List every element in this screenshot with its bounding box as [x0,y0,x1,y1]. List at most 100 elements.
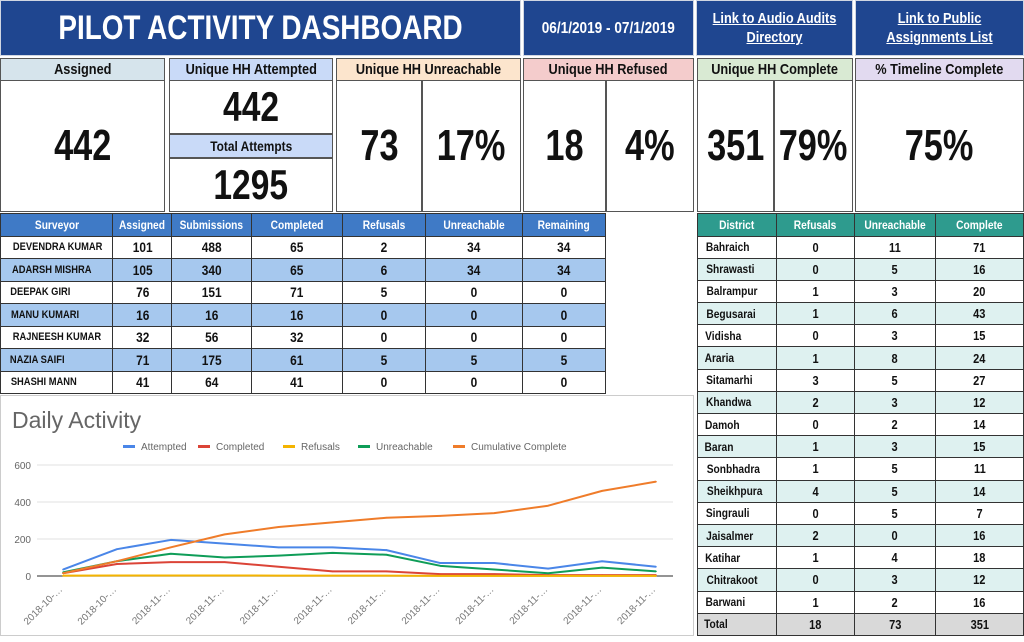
col-district: District [698,214,777,237]
surveyor-table-header: Surveyor Assigned Submissions Completed … [1,214,606,237]
data-point [440,562,442,564]
public-assignments-link[interactable]: Link to Public Assignments List [869,9,1011,47]
total-attempts-value-cell: 1295 [169,158,333,212]
chart-lines [62,481,657,577]
district-unreachable: 4 [854,547,936,569]
chart-svg: Daily Activity AttemptedCompletedRefusal… [1,396,695,637]
surveyor-assigned: 101 [113,236,172,259]
attempted-value-cell: 442 [169,80,333,134]
data-point [655,575,657,577]
x-tick-label: 2018-11-… [292,584,335,627]
data-point [386,575,388,577]
surveyor-unreachable: 0 [426,281,523,304]
surveyor-row: MANU KUMARI161616000 [1,304,606,327]
district-complete: 20 [936,280,1024,302]
surveyor-completed: 71 [252,281,343,304]
data-point [440,575,442,577]
surveyor-name: MANU KUMARI [1,304,113,327]
district-name: Sonbhadra [698,458,777,480]
col-refusals: Refusals [343,214,426,237]
district-refusals: 0 [776,325,854,347]
district-complete: 7 [936,502,1024,524]
surveyor-completed: 65 [252,236,343,259]
x-tick-label: 2018-11-… [508,584,551,627]
surveyor-completed: 32 [252,326,343,349]
surveyor-table: Surveyor Assigned Submissions Completed … [0,213,606,394]
complete-value: 351 [707,121,764,171]
district-unreachable: 8 [854,347,936,369]
refused-pct: 4% [625,121,675,171]
data-point [547,572,549,574]
surveyor-assigned: 105 [113,259,172,282]
surveyor-completed: 16 [252,304,343,327]
attempted-header: Unique HH Attempted [169,58,333,81]
surveyor-row: DEEPAK GIRI7615171500 [1,281,606,304]
data-point [386,554,388,556]
district-refusals: 0 [776,258,854,280]
district-unreachable: 6 [854,303,936,325]
data-point [224,543,226,545]
data-point [332,571,334,573]
surveyor-unreachable: 34 [426,236,523,259]
district-row: Damoh0214 [698,414,1024,436]
data-point [386,517,388,519]
complete-pct-cell: 79% [774,80,853,212]
district-row: Katihar1418 [698,547,1024,569]
data-point [224,557,226,559]
data-point [62,572,64,574]
data-point [116,575,118,577]
legend-swatch [283,445,295,448]
district-row: Begusarai1643 [698,303,1024,325]
data-point [170,553,172,555]
audio-audits-link[interactable]: Link to Audio Audits Directory [709,9,841,47]
surveyor-refusals: 6 [343,259,426,282]
total-attempts-header: Total Attempts [169,134,333,158]
district-unreachable: 3 [854,436,936,458]
refused-header: Unique HH Refused [523,58,694,81]
district-refusals: 0 [776,236,854,258]
surveyor-remaining: 34 [523,236,606,259]
legend-label: Unreachable [376,442,433,453]
unreachable-pct-cell: 17% [422,80,521,212]
district-refusals: 1 [776,347,854,369]
surveyor-name: ADARSH MISHRA [1,259,113,282]
col-district-complete: Complete [936,214,1024,237]
surveyor-refusals: 2 [343,236,426,259]
surveyor-refusals: 0 [343,326,426,349]
data-point [116,548,118,550]
surveyor-completed: 65 [252,259,343,282]
district-unreachable: 2 [854,591,936,613]
district-complete: 11 [936,458,1024,480]
surveyor-row: SHASHI MANN416441000 [1,371,606,394]
district-row: Balrampur1320 [698,280,1024,302]
surveyor-unreachable: 5 [426,349,523,372]
district-unreachable: 5 [854,502,936,524]
x-tick-label: 2018-11-… [184,584,227,627]
surveyor-name: RAJNEESH KUMAR [1,326,113,349]
district-refusals: 0 [776,569,854,591]
data-point [278,547,280,549]
surveyor-unreachable: 0 [426,371,523,394]
series-line-completed [63,562,656,575]
col-surveyor: Surveyor [1,214,113,237]
district-refusals: 1 [776,458,854,480]
district-name: Vidisha [698,325,777,347]
district-row: Bahraich01171 [698,236,1024,258]
district-name: Sheikhpura [698,480,777,502]
surveyor-refusals: 5 [343,281,426,304]
district-row: Sheikhpura4514 [698,480,1024,502]
district-refusals: 1 [776,303,854,325]
district-complete: 43 [936,303,1024,325]
surveyor-submissions: 340 [172,259,252,282]
district-name: Sitamarhi [698,369,777,391]
legend-label: Attempted [141,442,187,453]
surveyor-row: DEVENDRA KUMAR1014886523434 [1,236,606,259]
surveyor-remaining: 0 [523,304,606,327]
district-refusals: 0 [776,414,854,436]
district-refusals: 1 [776,280,854,302]
surveyor-remaining: 5 [523,349,606,372]
complete-pct: 79% [779,121,848,171]
data-point [440,515,442,517]
district-unreachable: 5 [854,480,936,502]
y-tick-label: 200 [14,535,31,546]
